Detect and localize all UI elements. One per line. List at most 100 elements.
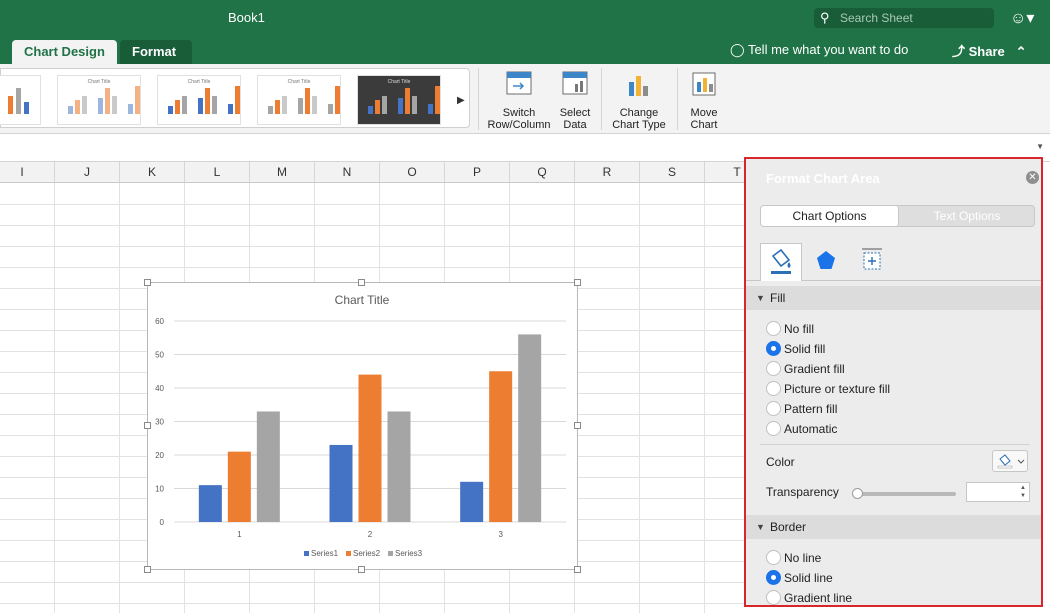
radio-button[interactable] xyxy=(766,550,781,565)
thumb-title: Chart Title xyxy=(387,79,411,85)
chart-style-thumb[interactable]: Chart Title xyxy=(57,75,141,125)
title-bar: Book1 ⚲︎ Search Sheet ☺▾ xyxy=(0,0,1050,37)
y-tick-label: 60 xyxy=(155,317,164,326)
close-icon[interactable]: ✕ xyxy=(1026,171,1039,184)
chart-style-thumb[interactable] xyxy=(0,75,41,125)
column-header[interactable]: L xyxy=(185,162,250,183)
format-icon-tabs xyxy=(746,239,1041,281)
column-header[interactable]: K xyxy=(120,162,185,183)
radio-label: No line xyxy=(784,551,822,565)
resize-handle[interactable] xyxy=(574,422,581,429)
radio-button[interactable] xyxy=(766,590,781,605)
radio-label: Solid fill xyxy=(784,342,826,356)
switch-label-line1: Switch xyxy=(502,107,536,119)
chart-style-thumb[interactable]: Chart Title xyxy=(157,75,241,125)
tab-text-options[interactable]: Text Options xyxy=(899,206,1035,226)
move-chart-button[interactable]: Move Chart xyxy=(684,70,724,131)
grid-line xyxy=(0,204,745,205)
column-header[interactable]: M xyxy=(250,162,315,183)
formula-expand-icon[interactable]: ▼ xyxy=(1036,142,1044,151)
radio-label: Gradient fill xyxy=(784,362,845,376)
chart-style-thumb[interactable]: Chart Title xyxy=(257,75,341,125)
resize-handle[interactable] xyxy=(574,279,581,286)
column-header[interactable]: P xyxy=(445,162,510,183)
lightbulb-icon: ◯ xyxy=(730,42,745,57)
ribbon-body: Chart Title Chart Title Chart Title Char… xyxy=(0,64,1050,134)
tab-chart-options[interactable]: Chart Options xyxy=(761,206,899,226)
resize-handle[interactable] xyxy=(144,279,151,286)
options-segmented-control: Chart Options Text Options xyxy=(760,205,1035,227)
gallery-next-icon[interactable]: ▶ xyxy=(457,95,465,106)
grid-line xyxy=(0,267,745,268)
paint-bucket-icon xyxy=(997,454,1025,469)
radio-button[interactable] xyxy=(766,361,781,376)
radio-button[interactable] xyxy=(766,321,781,336)
column-header[interactable]: S xyxy=(640,162,705,183)
fill-color-picker[interactable] xyxy=(992,450,1028,472)
resize-handle[interactable] xyxy=(144,566,151,573)
grid-line xyxy=(0,246,745,247)
move-chart-icon xyxy=(692,72,716,96)
fill-section-label: Fill xyxy=(770,291,786,305)
share-button[interactable]: ⤴ Share ⌃ xyxy=(952,41,1027,60)
resize-handle[interactable] xyxy=(574,566,581,573)
change-chart-type-button[interactable]: Change Chart Type xyxy=(608,70,670,131)
y-tick-label: 30 xyxy=(155,418,164,427)
feedback-smiley-icon[interactable]: ☺▾ xyxy=(1010,8,1034,28)
radio-button[interactable] xyxy=(766,421,781,436)
resize-handle[interactable] xyxy=(144,422,151,429)
document-title: Book1 xyxy=(228,10,265,25)
fill-section-header[interactable]: ▼ Fill xyxy=(746,286,1041,310)
share-icon: ⤴ xyxy=(952,44,966,59)
grid-line xyxy=(119,183,120,613)
size-properties-tab[interactable] xyxy=(852,243,894,281)
column-header[interactable]: R xyxy=(575,162,640,183)
column-header[interactable]: Q xyxy=(510,162,575,183)
bar-series1-2 xyxy=(329,444,353,522)
bar-series3-3 xyxy=(518,334,542,522)
select-data-line2: Data xyxy=(563,119,587,131)
grid-line xyxy=(639,183,640,613)
transparency-slider-knob[interactable] xyxy=(852,488,863,499)
resize-handle[interactable] xyxy=(358,279,365,286)
y-tick-label: 20 xyxy=(155,451,164,460)
column-header[interactable]: N xyxy=(315,162,380,183)
radio-button[interactable] xyxy=(766,381,781,396)
column-header[interactable]: T xyxy=(705,162,745,183)
grid-line xyxy=(0,225,745,226)
radio-label: Picture or texture fill xyxy=(784,382,891,396)
column-header[interactable]: I xyxy=(0,162,55,183)
effects-tab[interactable] xyxy=(806,243,848,281)
legend-swatch xyxy=(304,551,309,556)
x-tick-label: 1 xyxy=(237,530,242,539)
border-section-header[interactable]: ▼ Border xyxy=(746,515,1041,539)
switch-row-column-button[interactable]: Switch Row/Column xyxy=(486,70,552,131)
chart-style-thumb[interactable]: Chart Title xyxy=(357,75,441,125)
spinner-down-icon[interactable]: ▼ xyxy=(1020,493,1026,499)
bar-series2-1 xyxy=(227,451,251,522)
expand-triangle-icon: ▼ xyxy=(756,522,765,532)
radio-button[interactable] xyxy=(766,341,781,356)
color-label: Color xyxy=(766,455,795,469)
column-header[interactable]: O xyxy=(380,162,445,183)
radio-button[interactable] xyxy=(766,401,781,416)
change-type-line2: Chart Type xyxy=(612,119,666,131)
search-sheet-input[interactable]: ⚲︎ Search Sheet xyxy=(814,8,994,28)
thumb-title: Chart Title xyxy=(187,79,211,85)
select-data-button[interactable]: Select Data xyxy=(555,70,595,131)
transparency-spinner[interactable]: ▲ ▼ xyxy=(966,482,1030,502)
column-header[interactable]: J xyxy=(55,162,120,183)
resize-handle[interactable] xyxy=(358,566,365,573)
tab-format[interactable]: Format xyxy=(120,40,192,64)
tell-me-box[interactable]: ◯ Tell me what you want to do xyxy=(730,42,908,58)
tab-chart-design[interactable]: Chart Design xyxy=(12,40,117,64)
transparency-slider-track[interactable] xyxy=(856,492,956,496)
ribbon-separator xyxy=(601,68,602,130)
spinner-up-icon[interactable]: ▲ xyxy=(1020,485,1026,491)
radio-button[interactable] xyxy=(766,570,781,585)
legend-label: Series3 xyxy=(395,549,423,558)
thumb-title: Chart Title xyxy=(287,79,311,85)
fill-line-tab[interactable] xyxy=(760,243,802,281)
chart-area[interactable]: Chart Title 0 10 20 30 40 50 60 1 2 3 Series1 Series… xyxy=(147,282,578,570)
collapse-ribbon-icon[interactable]: ⌃ xyxy=(1008,44,1027,59)
